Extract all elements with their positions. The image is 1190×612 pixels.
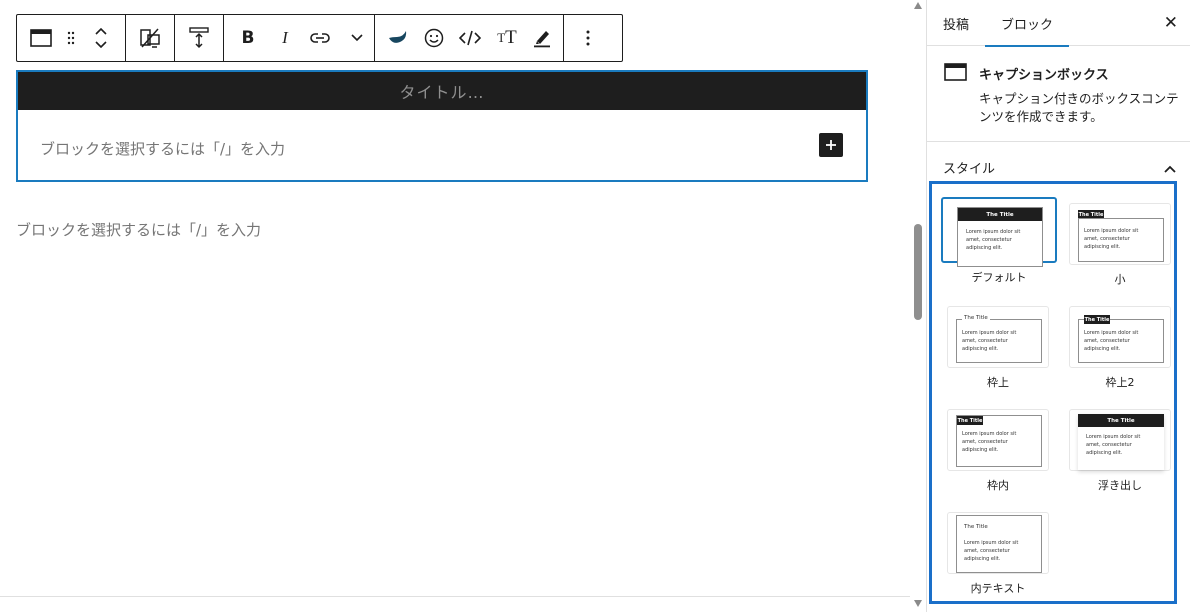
style-preview: The Title Lorem ipsum dolor sit amet, con… bbox=[947, 306, 1049, 368]
style-option-frame-top[interactable]: The Title Lorem ipsum dolor sit amet, con… bbox=[947, 306, 1049, 390]
more-options-icon[interactable] bbox=[564, 15, 612, 61]
preview-title: The Title bbox=[964, 524, 988, 530]
toolbar-group-extras: TT bbox=[375, 15, 564, 61]
align-height-icon[interactable] bbox=[175, 15, 223, 61]
block-toolbar: B I TT bbox=[16, 14, 623, 62]
preview-body: Lorem ipsum dolor sit amet, consectetur ad… bbox=[1086, 434, 1141, 456]
preview-title: The Title bbox=[957, 416, 983, 425]
toolbar-group-block bbox=[17, 15, 126, 61]
preview-body: Lorem ipsum dolor sit amet, consectetur ad… bbox=[962, 431, 1017, 453]
style-preview: The Title Lorem ipsum dolor sit amet, con… bbox=[947, 409, 1049, 471]
code-icon[interactable] bbox=[447, 15, 493, 61]
tab-post[interactable]: 投稿 bbox=[943, 0, 969, 46]
style-option-frame-inside[interactable]: The Title Lorem ipsum dolor sit amet, con… bbox=[947, 409, 1049, 493]
style-option-raised[interactable]: The Title Lorem ipsum dolor sit amet, con… bbox=[1069, 409, 1171, 493]
caption-box-block-icon bbox=[944, 63, 967, 85]
style-preview: The Title Lorem ipsum dolor sit amet, con… bbox=[941, 197, 1057, 267]
styles-panel-heading[interactable]: スタイル bbox=[943, 158, 995, 177]
style-label: 枠上2 bbox=[1105, 376, 1135, 389]
style-preview: The Title Lorem ipsum dolor sit amet, con… bbox=[1069, 203, 1171, 265]
style-label: デフォルト bbox=[971, 271, 1027, 284]
tab-block[interactable]: ブロック bbox=[984, 0, 1070, 47]
style-label: 枠上 bbox=[987, 376, 1009, 389]
preview-title: The Title bbox=[962, 315, 990, 321]
bold-button[interactable]: B bbox=[224, 15, 270, 61]
fill-tool-icon[interactable] bbox=[375, 15, 421, 61]
divider bbox=[0, 596, 910, 597]
highlighter-icon[interactable] bbox=[521, 15, 563, 61]
scroll-up-arrow-icon[interactable] bbox=[914, 2, 922, 9]
preview-body: Lorem ipsum dolor sit amet, consectetur ad… bbox=[966, 229, 1021, 251]
chevron-down-icon[interactable] bbox=[340, 15, 374, 61]
close-icon[interactable]: ✕ bbox=[1164, 13, 1178, 33]
scrollbar-thumb[interactable] bbox=[914, 224, 922, 320]
link-icon[interactable] bbox=[300, 15, 340, 61]
divider bbox=[927, 141, 1190, 142]
toolbar-group-height bbox=[175, 15, 224, 61]
style-label: 枠内 bbox=[987, 479, 1009, 492]
style-label: 小 bbox=[1114, 273, 1126, 286]
preview-body: Lorem ipsum dolor sit amet, consectetur ad… bbox=[962, 330, 1017, 352]
emoji-icon[interactable] bbox=[421, 15, 447, 61]
inner-block-placeholder[interactable]: ブロックを選択するには「/」を入力 bbox=[40, 138, 285, 159]
style-preview: The Title Lorem ipsum dolor sit amet, con… bbox=[947, 512, 1049, 574]
preview-body: Lorem ipsum dolor sit amet, consectetur ad… bbox=[964, 540, 1019, 562]
style-label: 浮き出し bbox=[1098, 479, 1142, 492]
plus-icon bbox=[826, 140, 836, 150]
move-up-down-icon[interactable] bbox=[77, 15, 125, 61]
preview-title: The Title bbox=[1078, 414, 1164, 427]
chevron-up-icon[interactable] bbox=[1164, 158, 1176, 177]
hide-device-icon[interactable] bbox=[126, 15, 174, 61]
editor-canvas: B I TT タイトル… ブロックを選択するには「/」を入力 ブロックを選択する… bbox=[0, 0, 910, 612]
add-block-button[interactable] bbox=[819, 133, 843, 157]
toolbar-group-format: B I bbox=[224, 15, 375, 61]
caption-title-input[interactable]: タイトル… bbox=[18, 72, 866, 110]
style-label: 内テキスト bbox=[970, 582, 1026, 595]
drag-handle-icon[interactable] bbox=[65, 15, 77, 61]
block-card-description: キャプション付きのボックスコンテンツを作成できます。 bbox=[979, 91, 1179, 124]
block-styles-grid: The Title Lorem ipsum dolor sit amet, con… bbox=[929, 181, 1177, 604]
style-option-inner-text[interactable]: The Title Lorem ipsum dolor sit amet, con… bbox=[947, 512, 1049, 596]
style-option-default[interactable]: The Title Lorem ipsum dolor sit amet, con… bbox=[941, 197, 1057, 285]
preview-body: Lorem ipsum dolor sit amet, consectetur ad… bbox=[1084, 330, 1139, 352]
style-preview: The Title Lorem ipsum dolor sit amet, con… bbox=[1069, 306, 1171, 368]
text-size-icon[interactable]: TT bbox=[493, 15, 521, 61]
scroll-down-arrow-icon[interactable] bbox=[914, 600, 922, 607]
sidebar-tabs: 投稿 ブロック ✕ bbox=[927, 0, 1190, 47]
italic-button[interactable]: I bbox=[270, 15, 300, 61]
preview-title: The Title bbox=[1084, 315, 1110, 324]
block-type-icon[interactable] bbox=[17, 15, 65, 61]
block-card-title: キャプションボックス bbox=[979, 68, 1109, 83]
style-option-small[interactable]: The Title Lorem ipsum dolor sit amet, con… bbox=[1069, 203, 1171, 287]
paragraph-placeholder[interactable]: ブロックを選択するには「/」を入力 bbox=[16, 219, 261, 240]
settings-sidebar: 投稿 ブロック ✕ キャプションボックス キャプション付きのボックスコンテンツを… bbox=[926, 0, 1190, 612]
style-preview: The Title Lorem ipsum dolor sit amet, con… bbox=[1069, 409, 1171, 471]
preview-title: The Title bbox=[958, 208, 1042, 221]
preview-body: Lorem ipsum dolor sit amet, consectetur ad… bbox=[1084, 228, 1139, 250]
caption-box-block[interactable]: タイトル… ブロックを選択するには「/」を入力 bbox=[16, 70, 868, 182]
toolbar-group-visibility bbox=[126, 15, 175, 61]
toolbar-group-options bbox=[564, 15, 612, 61]
editor-scrollbar[interactable] bbox=[910, 0, 926, 612]
style-option-frame-top-2[interactable]: The Title Lorem ipsum dolor sit amet, con… bbox=[1069, 306, 1171, 390]
